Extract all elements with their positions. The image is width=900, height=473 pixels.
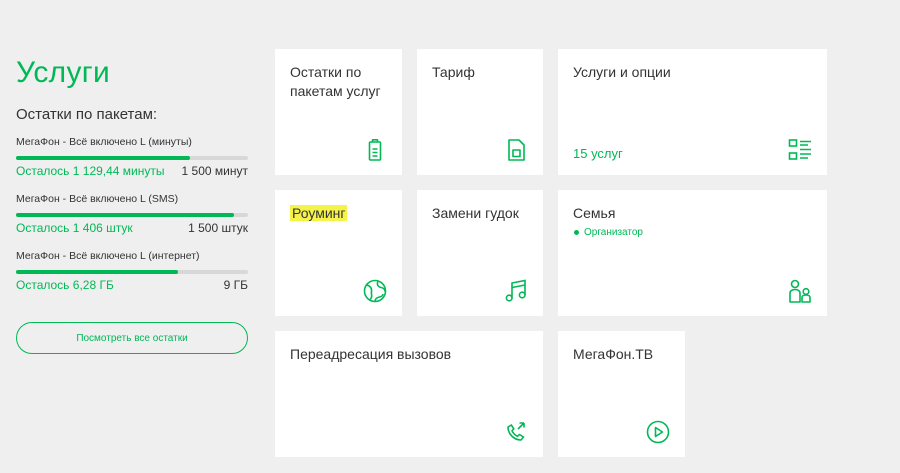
card-services[interactable]: Услуги и опции 15 услуг (558, 49, 827, 175)
view-all-remains-button[interactable]: Посмотреть все остатки (16, 322, 248, 354)
roaming-label: Роуминг (290, 205, 348, 221)
globe-icon (362, 278, 388, 304)
call-forward-icon (503, 419, 529, 445)
card-title: Замени гудок (432, 205, 519, 221)
package-name: МегаФон - Всё включено L (интернет) (16, 250, 200, 262)
battery-icon (362, 137, 388, 163)
services-count: 15 услуг (573, 146, 623, 161)
packages-subtitle: Остатки по пакетам: (16, 106, 158, 123)
package-progress-fill (16, 156, 190, 160)
card-remains[interactable]: Остатки по пакетам услуг (275, 49, 402, 175)
card-title: Переадресация вызовов (290, 346, 452, 362)
package-remaining: Осталось 1 129,44 минуты (16, 164, 165, 178)
status-label: Организатор (584, 227, 643, 238)
card-title: МегаФон.ТВ (573, 346, 654, 362)
music-note-icon (503, 278, 529, 304)
card-forwarding[interactable]: Переадресация вызовов (275, 331, 543, 457)
package-total: 1 500 штук (188, 221, 248, 235)
family-icon (787, 278, 813, 304)
package-remaining: Осталось 1 406 штук (16, 221, 133, 235)
package-sms: МегаФон - Всё включено L (SMS) Осталось … (16, 193, 248, 235)
sim-card-icon (503, 137, 529, 163)
package-progress-fill (16, 213, 235, 217)
card-ringtone[interactable]: Замени гудок (417, 190, 543, 316)
status-dot (574, 230, 579, 235)
sidebar: Услуги Остатки по пакетам: МегаФон - Всё… (16, 56, 250, 354)
options-list-icon (787, 137, 813, 163)
package-internet: МегаФон - Всё включено L (интернет) Оста… (16, 250, 248, 292)
package-progress-bar (16, 270, 248, 274)
play-icon (645, 419, 671, 445)
package-minutes: МегаФон - Всё включено L (минуты) Остало… (16, 136, 248, 178)
card-title: Остатки по пакетам услуг (290, 64, 381, 99)
package-name: МегаФон - Всё включено L (минуты) (16, 136, 192, 148)
package-total: 1 500 минут (181, 164, 248, 178)
card-tariff[interactable]: Тариф (417, 49, 543, 175)
package-name: МегаФон - Всё включено L (SMS) (16, 193, 179, 205)
package-progress-fill (16, 270, 179, 274)
package-progress-bar (16, 213, 248, 217)
card-family[interactable]: Семья Организатор (558, 190, 827, 316)
card-title: Тариф (432, 64, 475, 80)
family-status: Организатор (574, 227, 643, 238)
package-remaining: Осталось 6,28 ГБ (16, 278, 114, 292)
package-progress-bar (16, 156, 248, 160)
card-title: Семья (573, 205, 616, 221)
card-megafon-tv[interactable]: МегаФон.ТВ (558, 331, 685, 457)
card-roaming[interactable]: Роуминг (275, 190, 402, 316)
card-title: Услуги и опции (573, 64, 671, 80)
card-title: Роуминг (290, 204, 348, 223)
package-total: 9 ГБ (223, 278, 248, 292)
page-title: Услуги (16, 56, 111, 89)
